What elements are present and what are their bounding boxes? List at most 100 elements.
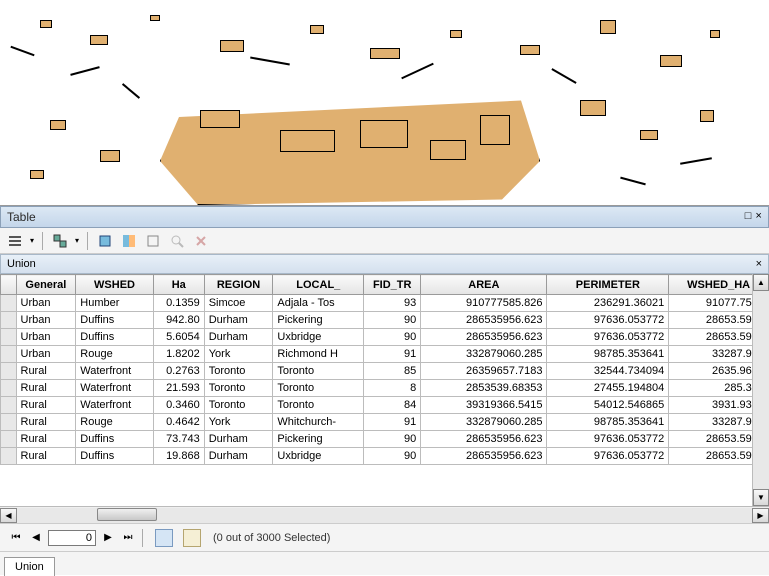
prev-record-icon[interactable]: ◀ [28, 530, 44, 546]
table-row[interactable]: UrbanDuffins942.80DurhamPickering9028653… [1, 312, 769, 329]
cell[interactable]: 91 [364, 414, 421, 431]
row-selector[interactable] [1, 346, 17, 363]
cell[interactable]: 332879060.285 [421, 414, 547, 431]
row-selector[interactable] [1, 329, 17, 346]
cell[interactable]: 27455.194804 [547, 380, 669, 397]
cell[interactable]: Rural [16, 397, 76, 414]
row-selector[interactable] [1, 363, 17, 380]
cell[interactable]: 332879060.285 [421, 346, 547, 363]
row-selector[interactable] [1, 380, 17, 397]
cell[interactable]: 19.868 [153, 448, 204, 465]
cell[interactable]: Waterfront [76, 397, 154, 414]
table-title-bar[interactable]: Table □ × [0, 206, 769, 228]
scroll-down-icon[interactable]: ▼ [753, 489, 769, 506]
cell[interactable]: 286535956.623 [421, 448, 547, 465]
cell[interactable]: Urban [16, 312, 76, 329]
cell[interactable]: 21.593 [153, 380, 204, 397]
cell[interactable]: 93 [364, 295, 421, 312]
cell[interactable]: York [204, 346, 273, 363]
cell[interactable]: Durham [204, 312, 273, 329]
table-row[interactable]: RuralRouge0.4642YorkWhitchurch-913328790… [1, 414, 769, 431]
table-row[interactable]: UrbanHumber0.1359SimcoeAdjala - Tos93910… [1, 295, 769, 312]
cell[interactable]: 73.743 [153, 431, 204, 448]
cell[interactable]: Pickering [273, 431, 364, 448]
cell[interactable]: 286535956.623 [421, 312, 547, 329]
switch-selection-icon[interactable] [120, 232, 138, 250]
cell[interactable]: Duffins [76, 312, 154, 329]
table-options-icon[interactable] [6, 232, 24, 250]
cell[interactable]: Urban [16, 346, 76, 363]
cell[interactable]: Adjala - Tos [273, 295, 364, 312]
cell[interactable]: 90 [364, 329, 421, 346]
cell[interactable]: 85 [364, 363, 421, 380]
cell[interactable]: Waterfront [76, 363, 154, 380]
col-header[interactable]: PERIMETER [547, 275, 669, 295]
cell[interactable]: Rouge [76, 346, 154, 363]
row-selector[interactable] [1, 414, 17, 431]
scroll-up-icon[interactable]: ▲ [753, 274, 769, 291]
cell[interactable]: 32544.734094 [547, 363, 669, 380]
cell[interactable]: Duffins [76, 448, 154, 465]
col-header[interactable]: General [16, 275, 76, 295]
cell[interactable]: Duffins [76, 431, 154, 448]
map-viewport[interactable] [0, 0, 769, 206]
show-selected-records-icon[interactable] [183, 529, 201, 547]
col-header[interactable]: Ha [153, 275, 204, 295]
cell[interactable]: 98785.353641 [547, 346, 669, 363]
cell[interactable]: 84 [364, 397, 421, 414]
cell[interactable]: Durham [204, 329, 273, 346]
cell[interactable]: Uxbridge [273, 329, 364, 346]
scroll-left-icon[interactable]: ◀ [0, 508, 17, 523]
last-record-icon[interactable]: ⏭ [120, 530, 136, 546]
cell[interactable]: 90 [364, 312, 421, 329]
cell[interactable]: 39319366.5415 [421, 397, 547, 414]
cell[interactable]: 0.2763 [153, 363, 204, 380]
cell[interactable]: 26359657.7183 [421, 363, 547, 380]
cell[interactable]: 97636.053772 [547, 431, 669, 448]
col-header[interactable]: LOCAL_ [273, 275, 364, 295]
select-by-attr-icon[interactable] [96, 232, 114, 250]
cell[interactable]: Durham [204, 431, 273, 448]
table-row[interactable]: UrbanRouge1.8202YorkRichmond H9133287906… [1, 346, 769, 363]
scroll-thumb[interactable] [97, 508, 157, 521]
row-selector[interactable] [1, 431, 17, 448]
cell[interactable]: York [204, 414, 273, 431]
first-record-icon[interactable]: ⏮ [8, 530, 24, 546]
cell[interactable]: 8 [364, 380, 421, 397]
col-header[interactable]: WSHED [76, 275, 154, 295]
cell[interactable]: 54012.546865 [547, 397, 669, 414]
row-selector[interactable] [1, 448, 17, 465]
cell[interactable]: 90 [364, 448, 421, 465]
cell[interactable]: Rural [16, 363, 76, 380]
cell[interactable]: Waterfront [76, 380, 154, 397]
cell[interactable]: 91 [364, 346, 421, 363]
cell[interactable]: Pickering [273, 312, 364, 329]
cell[interactable]: Urban [16, 295, 76, 312]
zoom-selected-icon[interactable] [168, 232, 186, 250]
cell[interactable]: 0.1359 [153, 295, 204, 312]
cell[interactable]: Durham [204, 448, 273, 465]
cell[interactable]: Toronto [273, 363, 364, 380]
cell[interactable]: Richmond H [273, 346, 364, 363]
cell[interactable]: Humber [76, 295, 154, 312]
row-selector[interactable] [1, 397, 17, 414]
cell[interactable]: 97636.053772 [547, 448, 669, 465]
cell[interactable]: Duffins [76, 329, 154, 346]
cell[interactable]: 5.6054 [153, 329, 204, 346]
cell[interactable]: Toronto [273, 380, 364, 397]
cell[interactable]: Rouge [76, 414, 154, 431]
cell[interactable]: Toronto [204, 380, 273, 397]
delete-selected-icon[interactable] [192, 232, 210, 250]
scroll-right-icon[interactable]: ▶ [752, 508, 769, 523]
cell[interactable]: Whitchurch- [273, 414, 364, 431]
cell[interactable]: 98785.353641 [547, 414, 669, 431]
table-row[interactable]: RuralDuffins73.743DurhamPickering9028653… [1, 431, 769, 448]
cell[interactable]: 286535956.623 [421, 329, 547, 346]
show-all-records-icon[interactable] [155, 529, 173, 547]
cell[interactable]: 2853539.68353 [421, 380, 547, 397]
cell[interactable]: Rural [16, 431, 76, 448]
cell[interactable]: 97636.053772 [547, 312, 669, 329]
cell[interactable]: 97636.053772 [547, 329, 669, 346]
vertical-scrollbar[interactable]: ▲ ▼ [752, 274, 769, 506]
clear-selection-icon[interactable] [144, 232, 162, 250]
